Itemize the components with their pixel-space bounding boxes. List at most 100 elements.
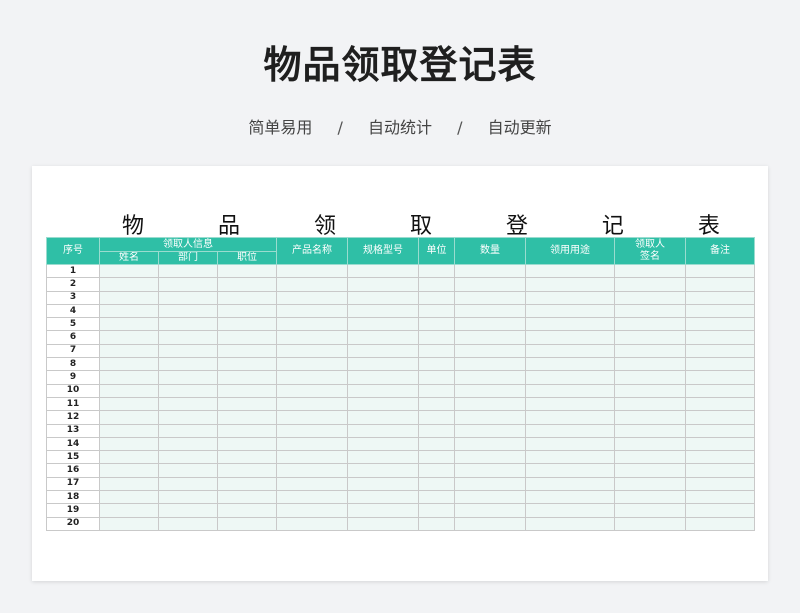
- table-cell[interactable]: [614, 290, 686, 305]
- table-cell[interactable]: [158, 423, 218, 438]
- table-cell[interactable]: [347, 436, 419, 452]
- table-cell[interactable]: [454, 357, 526, 372]
- table-cell[interactable]: [525, 410, 615, 425]
- table-cell[interactable]: [217, 476, 277, 492]
- table-cell[interactable]: [614, 410, 686, 425]
- table-cell[interactable]: [217, 463, 277, 478]
- table-cell[interactable]: [347, 396, 419, 412]
- table-cell[interactable]: [418, 277, 455, 292]
- table-cell[interactable]: [347, 290, 419, 305]
- table-cell[interactable]: [454, 450, 526, 465]
- table-cell[interactable]: [217, 343, 277, 359]
- table-cell[interactable]: [158, 290, 218, 305]
- table-cell[interactable]: [99, 463, 159, 478]
- table-cell[interactable]: [99, 357, 159, 372]
- table-cell[interactable]: [418, 490, 455, 505]
- table-cell[interactable]: [525, 290, 615, 305]
- table-cell[interactable]: [685, 503, 755, 518]
- table-cell[interactable]: [276, 410, 348, 425]
- table-cell[interactable]: [158, 503, 218, 518]
- table-cell[interactable]: [685, 290, 755, 305]
- table-cell[interactable]: [217, 290, 277, 305]
- table-cell[interactable]: [418, 423, 455, 438]
- table-cell[interactable]: [158, 277, 218, 292]
- table-cell[interactable]: [158, 396, 218, 412]
- table-cell[interactable]: [217, 423, 277, 438]
- table-cell[interactable]: [276, 357, 348, 372]
- table-cell[interactable]: [276, 277, 348, 292]
- table-cell[interactable]: [685, 476, 755, 492]
- table-cell[interactable]: [685, 463, 755, 478]
- table-cell[interactable]: [525, 423, 615, 438]
- table-cell[interactable]: [685, 450, 755, 465]
- table-cell[interactable]: [347, 516, 419, 531]
- table-cell[interactable]: [276, 490, 348, 505]
- table-cell[interactable]: [614, 423, 686, 438]
- table-cell[interactable]: [217, 436, 277, 452]
- table-cell[interactable]: [685, 263, 755, 279]
- table-cell[interactable]: [454, 490, 526, 505]
- table-cell[interactable]: [217, 490, 277, 505]
- table-cell[interactable]: [525, 317, 615, 332]
- table-cell[interactable]: [454, 436, 526, 452]
- table-cell[interactable]: [99, 476, 159, 492]
- table-cell[interactable]: [454, 263, 526, 279]
- table-cell[interactable]: [418, 330, 455, 345]
- table-cell[interactable]: [454, 343, 526, 359]
- table-cell[interactable]: [217, 503, 277, 518]
- table-cell[interactable]: [418, 503, 455, 518]
- table-cell[interactable]: [347, 343, 419, 359]
- table-cell[interactable]: [614, 463, 686, 478]
- table-cell[interactable]: [454, 410, 526, 425]
- table-cell[interactable]: [418, 476, 455, 492]
- table-cell[interactable]: [525, 383, 615, 398]
- table-cell[interactable]: [99, 290, 159, 305]
- table-cell[interactable]: [685, 303, 755, 319]
- table-cell[interactable]: [99, 343, 159, 359]
- table-cell[interactable]: [454, 476, 526, 492]
- table-cell[interactable]: [276, 503, 348, 518]
- table-cell[interactable]: [454, 290, 526, 305]
- table-cell[interactable]: [347, 450, 419, 465]
- table-cell[interactable]: [99, 370, 159, 385]
- table-cell[interactable]: [158, 357, 218, 372]
- table-cell[interactable]: [276, 476, 348, 492]
- table-cell[interactable]: [454, 317, 526, 332]
- table-cell[interactable]: [217, 330, 277, 345]
- table-cell[interactable]: [276, 303, 348, 319]
- table-cell[interactable]: [347, 476, 419, 492]
- table-cell[interactable]: [158, 476, 218, 492]
- table-cell[interactable]: [685, 490, 755, 505]
- table-cell[interactable]: [158, 410, 218, 425]
- table-cell[interactable]: [347, 330, 419, 345]
- table-cell[interactable]: [99, 317, 159, 332]
- table-cell[interactable]: [158, 490, 218, 505]
- table-cell[interactable]: [454, 370, 526, 385]
- table-cell[interactable]: [454, 277, 526, 292]
- table-cell[interactable]: [158, 330, 218, 345]
- table-cell[interactable]: [217, 396, 277, 412]
- table-cell[interactable]: [418, 450, 455, 465]
- table-cell[interactable]: [418, 383, 455, 398]
- table-cell[interactable]: [276, 396, 348, 412]
- table-cell[interactable]: [217, 410, 277, 425]
- table-cell[interactable]: [158, 370, 218, 385]
- table-cell[interactable]: [454, 463, 526, 478]
- table-cell[interactable]: [525, 516, 615, 531]
- table-cell[interactable]: [217, 263, 277, 279]
- table-cell[interactable]: [685, 357, 755, 372]
- table-cell[interactable]: [525, 277, 615, 292]
- table-cell[interactable]: [276, 436, 348, 452]
- table-cell[interactable]: [347, 357, 419, 372]
- table-cell[interactable]: [614, 357, 686, 372]
- table-cell[interactable]: [685, 410, 755, 425]
- table-cell[interactable]: [454, 396, 526, 412]
- table-cell[interactable]: [525, 357, 615, 372]
- table-cell[interactable]: [276, 516, 348, 531]
- table-cell[interactable]: [347, 370, 419, 385]
- table-cell[interactable]: [276, 450, 348, 465]
- table-cell[interactable]: [99, 436, 159, 452]
- table-cell[interactable]: [454, 303, 526, 319]
- table-cell[interactable]: [614, 263, 686, 279]
- table-cell[interactable]: [614, 343, 686, 359]
